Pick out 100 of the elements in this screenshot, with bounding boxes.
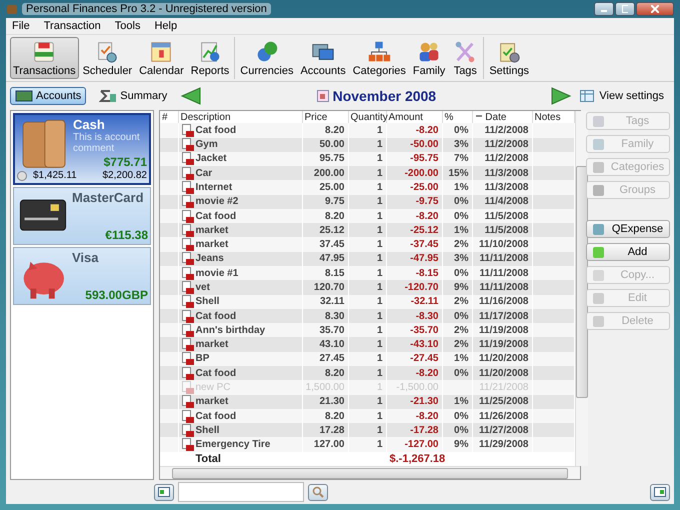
transaction-row[interactable]: vet 120.70 1 -120.70 9% 11/11/2008	[160, 280, 574, 295]
menu-item[interactable]: Help	[152, 20, 180, 32]
panel-toggle-button[interactable]	[650, 484, 670, 500]
view-settings-link[interactable]: View settings	[599, 90, 664, 102]
amount-cell: -35.70	[386, 323, 442, 338]
quantity-cell: 1	[348, 408, 386, 424]
menu-item[interactable]: File	[10, 20, 32, 32]
date-cell: 11/11/2008	[472, 266, 532, 280]
toolbar-button[interactable]: Calendar	[136, 37, 187, 79]
description-cell: movie #1	[196, 268, 238, 279]
amount-cell: -8.20	[386, 366, 442, 380]
date-cell: 11/4/2008	[472, 194, 532, 209]
percent-cell: 1%	[442, 223, 472, 238]
toolbar-button[interactable]: Transactions	[10, 37, 79, 79]
transaction-row[interactable]: Cat food 8.20 1 -8.20 0% 11/26/2008	[160, 408, 574, 424]
percent-cell: 1%	[442, 394, 472, 409]
date-cell: 11/27/2008	[472, 423, 532, 438]
toolbar-button[interactable]: Settings	[486, 37, 532, 79]
menu-item[interactable]: Transaction	[42, 20, 103, 32]
period-title: November 2008	[332, 88, 436, 104]
account-card[interactable]: Visa 593.00GBP	[13, 247, 151, 305]
panel-toggle-button[interactable]	[154, 484, 174, 500]
toolbar-button[interactable]: Categories	[350, 37, 409, 79]
panel-icon	[158, 487, 170, 497]
quantity-cell: 1	[348, 437, 386, 452]
maximize-icon	[622, 5, 628, 13]
expense-icon	[182, 238, 194, 252]
percent-cell: 1%	[442, 180, 472, 195]
quantity-cell: 1	[348, 166, 386, 180]
percent-cell: 9%	[442, 280, 472, 295]
transaction-row[interactable]: Shell 17.28 1 -17.28 0% 11/27/2008	[160, 423, 574, 438]
maximize-button[interactable]	[615, 2, 635, 16]
price-cell: 200.00	[302, 166, 348, 180]
toolbar-button[interactable]: Tags	[449, 37, 482, 79]
account-card[interactable]: Cash This is account comment $775.71 $1,425.11 $2,200.82	[13, 113, 151, 185]
transaction-row[interactable]: market 21.30 1 -21.30 1% 11/25/2008	[160, 394, 574, 409]
toolbar-button[interactable]: Currencies	[237, 37, 296, 79]
amount-cell: -8.30	[386, 308, 442, 324]
transaction-row[interactable]: Shell 32.11 1 -32.11 2% 11/16/2008	[160, 294, 574, 309]
view-tab[interactable]: Summary	[94, 87, 172, 105]
expense-icon	[182, 181, 194, 194]
button-icon	[591, 114, 606, 128]
quantity-cell: 1	[348, 423, 386, 438]
date-cell: 11/3/2008	[472, 166, 532, 180]
quantity-cell: 1	[348, 208, 386, 224]
percent-cell: 3%	[442, 138, 472, 152]
transaction-row[interactable]: Ann's birthday 35.70 1 -35.70 2% 11/19/2008	[160, 323, 574, 338]
description-cell: market	[196, 396, 228, 408]
transaction-row[interactable]: Car 200.00 1 -200.00 15% 11/3/2008	[160, 166, 574, 180]
transaction-row[interactable]: Gym 50.00 1 -50.00 3% 11/2/2008	[160, 138, 574, 152]
quantity-cell: 1	[348, 194, 386, 209]
amount-cell: -120.70	[386, 280, 442, 295]
transaction-row[interactable]: market 25.12 1 -25.12 1% 11/5/2008	[160, 223, 574, 238]
account-card[interactable]: MasterCard €115.38	[13, 187, 151, 245]
grid-icon	[580, 90, 594, 102]
transaction-row[interactable]: market 37.45 1 -37.45 2% 11/10/2008	[160, 237, 574, 252]
percent-cell: 0%	[442, 208, 472, 224]
previous-arrow-icon[interactable]	[180, 87, 202, 105]
quantity-cell: 1	[348, 352, 386, 366]
next-arrow-icon[interactable]	[550, 87, 572, 105]
account-name: MasterCard	[72, 190, 145, 205]
amount-cell: -9.75	[386, 194, 442, 209]
transaction-row[interactable]: market 43.10 1 -43.10 2% 11/19/2008	[160, 337, 574, 352]
percent-cell: 7%	[442, 152, 472, 166]
search-field[interactable]	[178, 482, 304, 502]
transaction-row[interactable]: Cat food 8.30 1 -8.30 0% 11/17/2008	[160, 308, 574, 324]
price-cell: 8.20	[302, 408, 348, 424]
transaction-row[interactable]: Cat food 8.20 1 -8.20 0% 11/5/2008	[160, 208, 574, 224]
transaction-row[interactable]: Jeans 47.95 1 -47.95 3% 11/11/2008	[160, 252, 574, 266]
toolbar-button[interactable]: Family	[410, 37, 448, 79]
quantity-cell: 1	[348, 123, 386, 138]
expense-icon	[182, 410, 194, 422]
description-cell: Cat food	[196, 310, 236, 322]
account-name: Visa	[72, 250, 100, 265]
toolbar-button[interactable]: Accounts	[297, 37, 349, 79]
side-button[interactable]: Add	[586, 243, 670, 261]
transaction-row[interactable]: movie #2 9.75 1 -9.75 0% 11/4/2008	[160, 194, 574, 209]
window-title: Personal Finances Pro 3.2 - Unregistered version	[22, 3, 271, 15]
search-button[interactable]	[308, 484, 328, 500]
transaction-row[interactable]: Cat food 8.20 1 -8.20 0% 11/20/2008	[160, 366, 574, 380]
account-amount: $2,200.82	[102, 170, 147, 181]
amount-cell: -17.28	[386, 423, 442, 438]
horizontal-scrollbar[interactable]	[160, 466, 580, 479]
quantity-cell: 1	[348, 223, 386, 238]
amount-cell: -8.15	[386, 266, 442, 280]
menu-item[interactable]: Tools	[112, 20, 142, 32]
minimize-button[interactable]	[594, 2, 614, 16]
transaction-row[interactable]: Internet 25.00 1 -25.00 1% 11/3/2008	[160, 180, 574, 195]
toolbar-button[interactable]: Reports	[188, 37, 232, 79]
transaction-row[interactable]: movie #1 8.15 1 -8.15 0% 11/11/2008	[160, 266, 574, 280]
expense-icon	[182, 295, 194, 308]
transaction-row[interactable]: Cat food 8.20 1 -8.20 0% 11/2/2008	[160, 123, 574, 138]
transaction-row[interactable]: Emergency Tire 127.00 1 -127.00 9% 11/29/2008	[160, 437, 574, 452]
side-button[interactable]: QExpense	[586, 220, 670, 238]
toolbar-button[interactable]: Scheduler	[80, 37, 136, 79]
date-cell: 11/2/2008	[472, 152, 532, 166]
transaction-row[interactable]: BP 27.45 1 -27.45 1% 11/20/2008	[160, 352, 574, 366]
transaction-row[interactable]: Jacket 95.75 1 -95.75 7% 11/2/2008	[160, 152, 574, 166]
view-tab[interactable]: Accounts	[10, 87, 86, 105]
close-button[interactable]	[636, 2, 674, 16]
